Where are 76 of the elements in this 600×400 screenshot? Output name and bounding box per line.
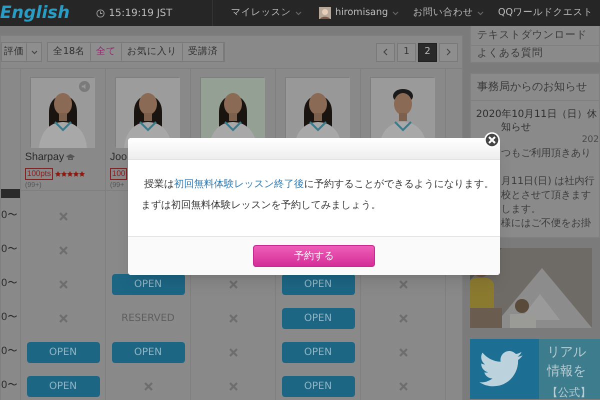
chevron-down-icon <box>392 10 400 16</box>
notice-text: 様にはご不便をお掛 <box>501 217 591 232</box>
time-label: 0〜 <box>1 310 18 324</box>
notice-date: 202 <box>582 134 599 147</box>
unavailable-icon <box>58 280 68 288</box>
notice-heading[interactable]: 知らせ <box>501 122 531 134</box>
unavailable-icon <box>58 314 68 322</box>
chevron-right-icon <box>446 48 451 56</box>
chevron-down-icon <box>477 10 484 16</box>
dialog-message: まずは初回無料体験レッスンを予約してみましょう。 <box>141 198 382 213</box>
filter-tab[interactable]: 全て <box>91 43 122 61</box>
unavailable-icon <box>144 382 152 390</box>
reserve-button[interactable]: 予約する <box>253 245 375 267</box>
unavailable-icon <box>398 280 408 288</box>
notice-heading[interactable]: 2020年10月11日（日）休 <box>476 108 597 122</box>
unavailable-icon <box>228 382 238 390</box>
time-label: 0〜 <box>1 378 18 392</box>
user-menu[interactable]: hiromisang <box>335 6 400 20</box>
clock-icon <box>96 8 105 18</box>
unavailable-icon <box>58 212 68 220</box>
notice-title: 事務局からのお知らせ <box>477 78 587 94</box>
page-button[interactable]: 1 <box>397 42 416 62</box>
unavailable-icon <box>228 280 238 288</box>
notice-text: つもご利用頂きあり <box>501 147 591 162</box>
dark-strip <box>1 189 20 198</box>
bird-icon[interactable] <box>478 350 522 387</box>
graduation-cap-icon <box>66 154 76 162</box>
chevron-down-icon <box>30 50 38 54</box>
notice-text: 校とさせて頂きます <box>501 189 591 204</box>
open-slot-button[interactable]: OPEN <box>112 342 184 362</box>
promo-text: 【公式】 <box>547 384 591 399</box>
time-label: 0〜 <box>1 208 18 222</box>
link[interactable]: 初回無料体験レッスン終了後 <box>174 179 304 190</box>
logo[interactable]: English <box>0 4 70 22</box>
open-slot-button[interactable]: OPEN <box>282 274 354 294</box>
filter-tab[interactable]: 受講済 <box>183 43 224 61</box>
points-badge: 100pts <box>25 168 54 180</box>
page-button[interactable]: 2 <box>418 42 437 62</box>
result-count: 全18名 <box>48 43 92 61</box>
sidebar-link[interactable]: よくある質問 <box>477 46 543 62</box>
open-slot-button[interactable]: OPEN <box>112 274 184 294</box>
nav-menu[interactable]: マイレッスン <box>231 6 302 20</box>
promo-text: 情報を <box>547 362 586 381</box>
clock-time: 15:19:19 JST <box>108 6 172 20</box>
unavailable-icon <box>228 314 238 322</box>
notice-text: します。 <box>501 203 541 218</box>
teacher-name[interactable]: Joo <box>110 150 127 166</box>
unavailable-icon <box>398 382 408 390</box>
avatar-icon[interactable] <box>319 7 332 19</box>
open-slot-button[interactable]: OPEN <box>282 376 354 396</box>
nav-menu[interactable]: お問い合わせ <box>413 6 484 20</box>
sort-label: 評価 <box>2 43 27 61</box>
open-slot-button[interactable]: OPEN <box>26 376 100 396</box>
promo-text: リアル <box>547 344 586 362</box>
chevron-left-icon <box>383 48 388 56</box>
nav-link[interactable]: QQワールドクエスト <box>498 6 593 20</box>
points-badge: 100 <box>110 168 128 180</box>
unavailable-icon <box>58 246 68 254</box>
notice-text: 月11日(日) は社内行 <box>501 175 595 190</box>
previous-page-button[interactable] <box>376 42 395 62</box>
open-slot-button[interactable]: OPEN <box>282 308 354 328</box>
chevron-down-icon <box>295 10 302 16</box>
filter-tab[interactable]: お気に入り <box>122 43 184 61</box>
time-label: 0〜 <box>1 344 18 358</box>
unavailable-icon <box>398 348 408 356</box>
dialog-message: 授業は初回無料体験レッスン終了後に予約することができるようになります。 <box>144 178 494 192</box>
speaker-icon[interactable] <box>79 81 90 92</box>
time-label: 0〜 <box>1 242 18 256</box>
sidebar-link[interactable]: テキストダウンロード <box>477 28 587 44</box>
open-slot-button[interactable]: OPEN <box>26 342 100 362</box>
next-page-button[interactable] <box>439 42 458 62</box>
unavailable-icon <box>228 348 238 356</box>
teacher-name[interactable]: Sharpay <box>25 150 64 166</box>
time-label: 0〜 <box>1 276 18 290</box>
unavailable-icon <box>398 314 408 322</box>
open-slot-button[interactable]: OPEN <box>282 342 354 362</box>
